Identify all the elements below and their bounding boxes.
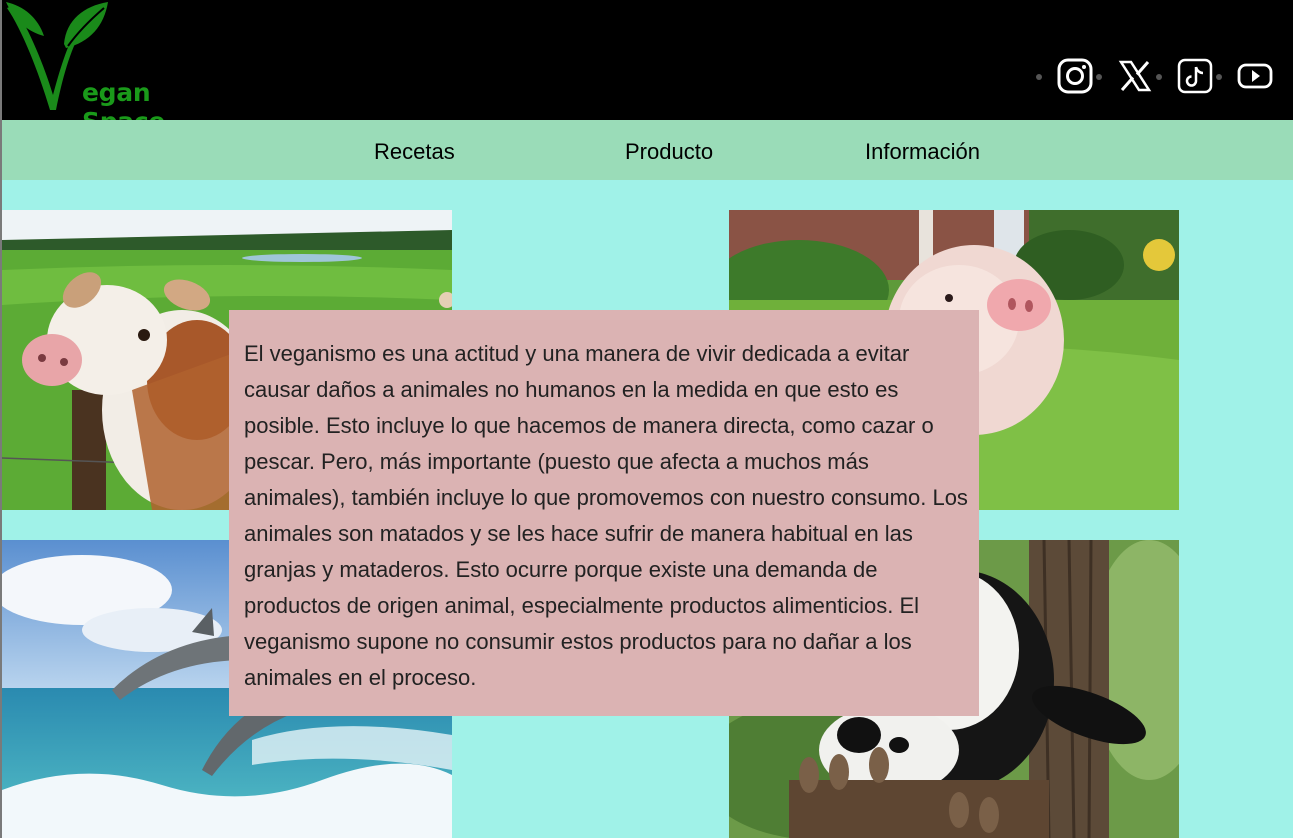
- instagram-icon: [1057, 58, 1093, 94]
- site-header: egan Space: [2, 0, 1293, 136]
- nav-item-producto[interactable]: Producto: [625, 139, 713, 165]
- x-twitter-icon: [1118, 60, 1152, 92]
- social-separator-dot: [1156, 74, 1162, 80]
- nav-item-informacion[interactable]: Información: [865, 139, 980, 165]
- tiktok-icon: [1177, 58, 1213, 94]
- logo[interactable]: egan Space: [4, 0, 214, 136]
- vegan-info-box: El veganismo es una actitud y una manera…: [229, 310, 979, 716]
- social-separator-dot: [1216, 74, 1222, 80]
- vegan-info-text: El veganismo es una actitud y una manera…: [244, 341, 968, 690]
- social-separator-dot: [1096, 74, 1102, 80]
- main-nav: Recetas Producto Información: [2, 120, 1293, 180]
- page: egan Space: [0, 0, 1293, 838]
- nav-item-recetas[interactable]: Recetas: [374, 139, 455, 165]
- youtube-icon: [1237, 63, 1273, 89]
- social-separator-dot: [1036, 74, 1042, 80]
